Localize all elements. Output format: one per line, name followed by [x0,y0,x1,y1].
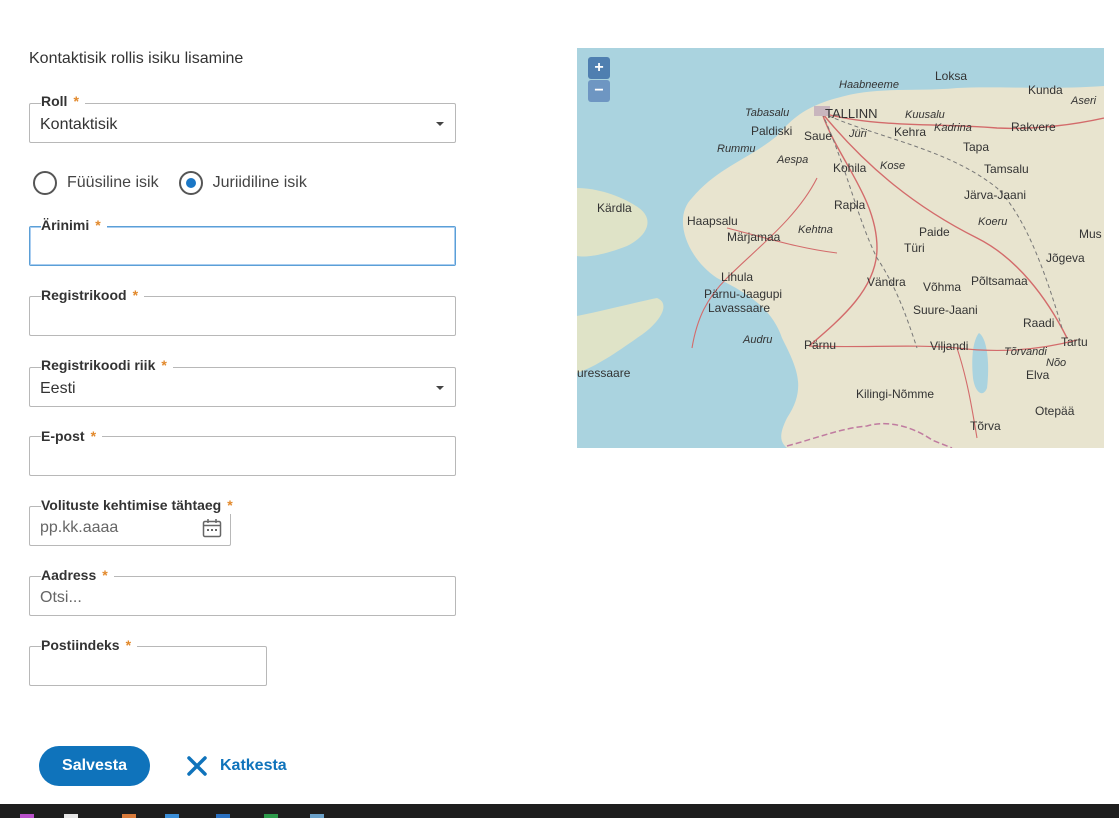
person-type-group: Füüsiline isik Juriidiline isik [33,171,307,195]
cancel-label: Katkesta [220,757,287,774]
place-label: Tartu [1061,335,1088,349]
app-icon[interactable] [20,814,34,818]
place-label: Paldiski [751,124,792,138]
required-mark: * [125,637,132,653]
place-label: Türi [904,241,925,255]
place-label: Järva-Jaani [964,188,1026,202]
place-label: Raadi [1023,316,1054,330]
place-label: Tõrva [970,419,1001,433]
reg-country-value: Eesti [40,380,76,397]
date-placeholder: pp.kk.aaaa [40,519,119,536]
place-label: Elva [1026,368,1050,382]
place-label: Märjamaa [727,230,781,244]
role-value: Kontaktisik [40,116,118,133]
required-mark: * [73,93,79,109]
place-label: Rapla [834,198,866,212]
required-mark: * [161,357,167,373]
place-label: Audru [742,334,772,346]
place-label: Tabasalu [745,107,789,119]
radio-option-legal-person[interactable]: Juriidiline isik [178,171,307,195]
place-label: Kunda [1028,83,1063,97]
close-icon [187,756,207,776]
map[interactable]: Haabneeme Loksa Kunda Aseri Tabasalu TAL… [577,48,1104,448]
place-label: Põltsamaa [971,274,1028,288]
place-label: Mus [1079,227,1102,241]
app-icon[interactable] [310,814,324,818]
required-mark: * [102,567,108,583]
reg-country-label: Registrikoodi riik * [41,356,173,374]
place-label: Jõgeva [1046,251,1085,265]
required-mark: * [90,428,97,444]
place-label: Otepää [1035,404,1075,418]
place-label: Haapsalu [687,214,738,228]
app-icon[interactable] [264,814,278,818]
radio-natural-person[interactable] [33,171,57,195]
business-name-label: Ärinimi * [41,216,107,234]
place-label: Tapa [963,140,989,154]
email-label: E-post * [41,427,103,445]
place-label: Lihula [721,270,753,284]
place-label: Tõrvandi [1004,346,1047,358]
place-label: Tamsalu [984,162,1029,176]
place-label: Suure-Jaani [913,303,978,317]
page-title: Kontaktisik rollis isiku lisamine [29,50,244,67]
place-label: Loksa [935,69,967,83]
app-icon[interactable] [165,814,179,818]
place-label: Nõo [1046,357,1066,369]
zoom-control: + − [579,56,610,103]
authority-deadline-label: Volituste kehtimise tähtaeg * [41,496,239,514]
required-mark: * [95,217,101,233]
place-label: Rummu [717,143,756,155]
cancel-button[interactable]: Katkesta [186,752,287,780]
place-label: Viljandi [930,339,968,353]
chevron-down-icon [436,122,444,126]
map-canvas: Haabneeme Loksa Kunda Aseri Tabasalu TAL… [577,48,1104,448]
place-label: Kohila [833,161,867,175]
place-label: Kuusalu [905,109,945,121]
address-placeholder: Otsi... [40,589,82,606]
radio-natural-person-label: Füüsiline isik [67,174,159,191]
required-mark: * [227,497,233,513]
role-label: Roll * [41,92,85,110]
taskbar [0,804,1119,818]
place-label: Paide [919,225,950,239]
chevron-down-icon [436,386,444,390]
postal-code-label: Postiindeks * [41,636,138,654]
app-icon[interactable] [64,814,78,818]
place-label: Kehtna [798,224,833,236]
place-label: Saue [804,129,832,143]
place-label: Võhma [923,280,961,294]
place-label: Haabneeme [839,79,899,91]
zoom-out-button[interactable]: − [588,80,610,102]
place-label: Rakvere [1011,120,1056,134]
place-label: Pärnu [804,338,836,352]
place-label: Kehra [894,125,926,139]
place-label: Kilingi-Nõmme [856,387,934,401]
place-label: Kärdla [597,201,632,215]
place-label: Lavassaare [708,301,770,315]
radio-legal-person-label: Juriidiline isik [212,174,307,191]
required-mark: * [132,287,139,303]
save-button[interactable]: Salvesta [39,746,150,786]
place-label: Vändra [867,275,906,289]
place-label: Kadrina [934,122,972,134]
place-label: Aseri [1070,95,1097,107]
address-label: Aadress * [41,566,114,584]
place-label: uressaare [577,366,631,380]
place-label: Koeru [978,216,1007,228]
place-label: Pärnu-Jaagupi [704,287,782,301]
zoom-in-button[interactable]: + [588,57,610,79]
place-label: Jüri [848,128,867,140]
place-label: TALLINN [825,106,878,121]
reg-code-label: Registrikood * [41,286,145,304]
role-select[interactable]: Kontaktisik [29,103,456,143]
radio-option-natural-person[interactable]: Füüsiline isik [33,171,159,195]
app-icon[interactable] [122,814,136,818]
calendar-icon[interactable] [202,518,222,543]
app-icon[interactable] [216,814,230,818]
place-label: Kose [880,160,905,172]
radio-legal-person[interactable] [178,171,203,195]
place-label: Aespa [776,154,808,166]
